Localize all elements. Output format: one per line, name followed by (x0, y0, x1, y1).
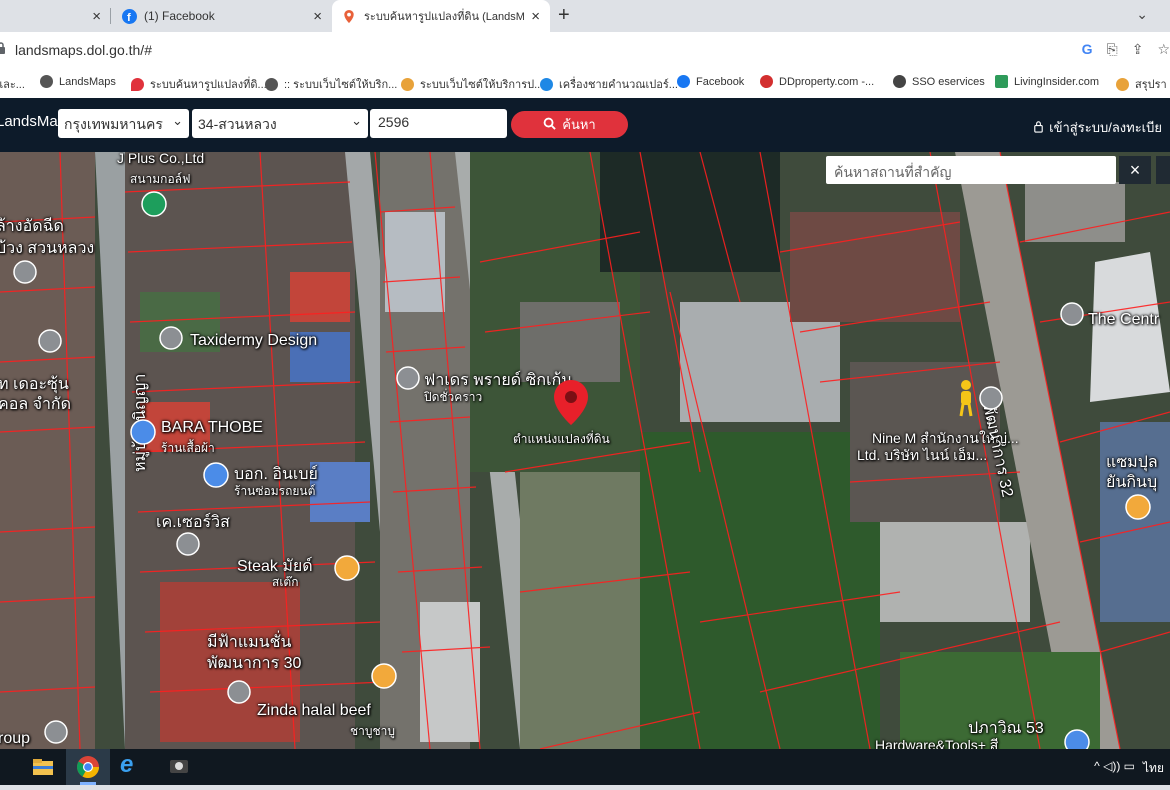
windows-taskbar: ⌕ e ^ ◁)) ▭ ไทย (0, 749, 1170, 785)
new-tab-button[interactable]: + (558, 4, 570, 27)
url-text[interactable]: landsmaps.dol.go.th/# (15, 42, 152, 58)
place-search-input[interactable]: ค้นหาสถานที่สำคัญ (826, 156, 1116, 184)
place-label[interactable]: Ltd. บริษัท ไนน์ เอ็ม... (857, 445, 987, 467)
close-icon[interactable]: × (1119, 156, 1151, 184)
search-icon[interactable]: ⌕ (0, 758, 18, 784)
road-label: หมู่บ้านนิญญา (132, 373, 149, 472)
seal-icon (401, 77, 414, 91)
place-label[interactable]: คอล จำกัด (0, 392, 71, 417)
place-sublabel: ร้านเสื้อผ้า (161, 441, 215, 455)
calculator-icon (540, 77, 553, 91)
chrome-icon[interactable] (66, 749, 110, 785)
district-select[interactable]: 34-สวนหลวง ⌄ (192, 109, 368, 138)
bookmark-item[interactable]: และ... (0, 75, 25, 93)
facebook-icon: f (122, 8, 137, 24)
place-label[interactable]: บ้วง สวนหลวง (0, 236, 94, 261)
place-label[interactable]: Hardware&Tools+ สี (875, 735, 998, 749)
tab-blank[interactable]: × (0, 0, 111, 32)
bookmark-sso[interactable]: SSO eservices (893, 75, 985, 88)
parcel-location-label: ตำแหน่งแปลงที่ดิน (513, 432, 610, 446)
place-sublabel: ร้านซ่อมรถยนต์ (234, 484, 316, 498)
translate-icon[interactable]: ⎘ (1107, 41, 1118, 58)
globe-icon (265, 77, 278, 91)
map-pin-icon (131, 77, 144, 91)
lock-icon (0, 41, 6, 55)
file-explorer-icon[interactable] (30, 754, 56, 780)
tab-close-icon[interactable]: × (531, 8, 540, 25)
tab-separator (110, 8, 111, 24)
seal-icon (1116, 77, 1129, 91)
google-icon[interactable]: G (1082, 41, 1093, 58)
address-bar-actions: G ⎘ ⇪ ☆ (1082, 41, 1170, 58)
tab-close-icon[interactable]: × (92, 8, 101, 25)
tray-icons[interactable]: ^ ◁)) ▭ (1094, 759, 1135, 778)
place-label[interactable]: J Plus Co.,Ltd (117, 152, 204, 166)
place-sublabel: สนามกอล์ฟ (130, 172, 191, 186)
system-tray: ^ ◁)) ▭ ไทย (1094, 759, 1164, 778)
app-icon[interactable] (166, 754, 192, 780)
parcel-number-input[interactable]: 2596 (370, 109, 507, 138)
tab-facebook[interactable]: f (1) Facebook × (112, 0, 332, 32)
map-side-button[interactable] (1156, 156, 1170, 184)
svg-text:f: f (127, 12, 131, 24)
tab-landsmaps[interactable]: ระบบค้นหารูปแปลงที่ดิน (LandsMap × (332, 0, 550, 32)
bookmark-ddproperty[interactable]: DDproperty.com -... (760, 75, 874, 88)
landsmaps-header: LandsMaps กรุงเทพมหานคร ⌄ 34-สวนหลวง ⌄ 2… (0, 98, 1170, 152)
bookmark-landsmaps[interactable]: LandsMaps (40, 75, 116, 88)
place-label[interactable]: roup (0, 730, 30, 748)
chevron-down-icon: ⌄ (172, 113, 183, 128)
province-select[interactable]: กรุงเทพมหานคร ⌄ (58, 109, 189, 138)
tab-search-chevron-icon[interactable]: ⌄ (1136, 6, 1148, 23)
tab-close-icon[interactable]: × (313, 8, 322, 25)
search-icon (543, 117, 556, 133)
bookmark-landsmaps-search[interactable]: ระบบค้นหารูปแปลงที่ดิ... (131, 75, 267, 93)
place-label[interactable]: BARA THOBE (161, 419, 263, 437)
browser-tab-bar: × f (1) Facebook × ระบบค้นหารูปแปลงที่ดิ… (0, 0, 1170, 32)
chevron-down-icon: ⌄ (351, 113, 362, 128)
place-sublabel: ปิดชั่วคราว (424, 390, 483, 404)
satellite-map[interactable]: J Plus Co.,Ltd สนามกอล์ฟ ล้างอัดฉีด บ้วง… (0, 152, 1170, 749)
place-label[interactable]: ยันกินบุ (1106, 470, 1157, 495)
facebook-icon (677, 75, 690, 88)
globe-icon (893, 75, 906, 88)
globe-icon (40, 75, 53, 88)
place-label[interactable]: Zinda halal beef (257, 702, 371, 720)
tab-label: (1) Facebook (144, 9, 215, 23)
star-icon[interactable]: ☆ (1157, 41, 1170, 58)
building-icon (995, 75, 1008, 88)
place-sublabel: สเต๊ก (272, 575, 299, 589)
tab-label: ระบบค้นหารูปแปลงที่ดิน (LandsMap (364, 11, 524, 23)
search-button[interactable]: ค้นหา (511, 111, 628, 138)
place-label[interactable]: Taxidermy Design (190, 332, 317, 350)
language-indicator[interactable]: ไทย (1143, 759, 1164, 778)
internet-explorer-icon[interactable]: e (120, 751, 146, 778)
bookmark-calculator[interactable]: เครื่องชายคำนวณเปอร์... (540, 75, 678, 93)
bookmark-service-site[interactable]: :: ระบบเว็บไซต์ให้บริก... (265, 75, 397, 93)
share-icon[interactable]: ⇪ (1132, 41, 1144, 58)
place-label[interactable]: พัฒนาการ 30 (207, 651, 301, 676)
bookmark-service-site-2[interactable]: ระบบเว็บไซต์ให้บริการป... (401, 75, 543, 93)
map-pin-icon (342, 9, 357, 24)
bookmarks-bar: และ... LandsMaps ระบบค้นหารูปแปลงที่ดิ..… (0, 68, 1170, 99)
place-label[interactable]: เค.เซอร์วิส (156, 510, 230, 535)
bookmark-livinginsider[interactable]: LivingInsider.com (995, 75, 1099, 88)
lock-icon (1033, 120, 1044, 136)
place-sublabel: ชาบูชาบู (350, 724, 395, 738)
login-link[interactable]: เข้าสู่ระบบ/ลงทะเบีย (1033, 117, 1162, 138)
bookmark-facebook[interactable]: Facebook (677, 75, 744, 88)
place-label[interactable]: The Centr (1088, 311, 1159, 329)
address-bar: landsmaps.dol.go.th/# G ⎘ ⇪ ☆ (0, 32, 1170, 68)
bookmark-summary[interactable]: สรุปรา (1116, 75, 1167, 93)
house-icon (760, 75, 773, 88)
